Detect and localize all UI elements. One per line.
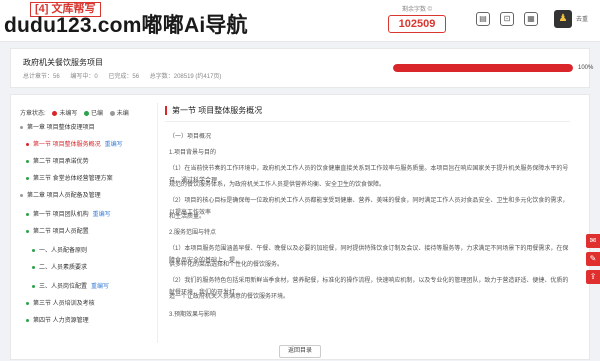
status-dot	[26, 159, 29, 163]
status-dot	[26, 176, 29, 180]
user-name[interactable]: 去重	[576, 14, 588, 23]
doc-icon[interactable]: ▤	[476, 12, 490, 26]
chat-icon[interactable]: ✉	[586, 234, 600, 248]
tree-item-label: 第一章 项目整体皮理项目	[27, 125, 95, 131]
avatar[interactable]: ♟	[554, 10, 572, 28]
counter-value: 102509	[388, 15, 446, 33]
tree-item-label: 二、人员素质要求	[39, 265, 88, 271]
tree-item-label: 第三节 人员培训及考核	[33, 301, 95, 307]
status-dot	[26, 301, 29, 305]
content-area: 第一节 项目整体服务概况 （一）项目概况 1.项目背景与目的 （1）在当前快节奏的工…	[163, 95, 587, 361]
back-to-toc-button[interactable]: 返回目录	[279, 345, 321, 358]
lock-icon[interactable]: ⊡	[500, 12, 514, 26]
content-paragraph: 供多样化的菜品选择和个性化的餐饮服务。	[169, 262, 284, 268]
content-paragraph: 2.服务范围与特点	[169, 230, 217, 236]
main-panel: 方章状态: 未编写 已编 未编 第一章 项目整体皮理项目 第一节 项目整体服务概况…	[10, 94, 590, 360]
counter-label: 剩余字数 ©	[401, 7, 433, 13]
tree-item-label: 第一节 项目整体服务概况	[33, 142, 101, 148]
status-dot	[26, 229, 29, 233]
tree-item-label: 第二章 项目人员配备及管理	[27, 193, 101, 199]
tree-item-label: 三、人员岗位配置	[39, 284, 88, 290]
content-paragraph: 规范的餐饮服务体系，为政府机关工作人员提供营养均衡、安全卫生的饮食保障。	[169, 182, 386, 188]
meta-in-progress: 编写中：0	[70, 74, 98, 80]
tree-item[interactable]: 第三节 人员培训及考核	[26, 300, 95, 308]
tree-item[interactable]: 第一节 项目整体服务概况 重编写	[26, 141, 123, 149]
tree-item-label: 第一节 项目团队机构	[33, 212, 89, 218]
section-divider	[165, 121, 570, 122]
rewrite-link[interactable]: 重编写	[91, 284, 109, 290]
tree-item[interactable]: 三、人员岗位配置 重编写	[32, 283, 109, 291]
rewrite-link[interactable]: 重编写	[105, 142, 123, 148]
tree-item-label: 一、人员配备原则	[39, 248, 88, 254]
project-info-card: 政府机关餐饮服务项目 总计章节：56 编写中：0 已完成：56 总字数：2085…	[10, 48, 594, 88]
tree-item[interactable]: 一、人员配备原则	[32, 247, 87, 255]
project-title: 政府机关餐饮服务项目	[23, 58, 103, 67]
tree-item[interactable]: 第四节 人力资源管理	[26, 317, 89, 325]
grid-icon[interactable]: ▦	[524, 12, 538, 26]
legend-item: 未编	[116, 111, 129, 117]
status-dot	[32, 248, 35, 252]
content-paragraph: 1.项目背景与目的	[169, 150, 217, 156]
word-counter: 剩余字数 © 102509	[388, 6, 446, 36]
meta-word-count: 总字数：208519 (约417页)	[149, 74, 222, 80]
tree-item[interactable]: 二、人员素质要求	[32, 264, 87, 272]
watermark-text: dudu123.com嘟嘟Ai导航	[4, 14, 248, 37]
status-dot	[20, 193, 23, 197]
tree-item[interactable]: 第三节 食堂总体经营管理方案	[26, 175, 113, 183]
status-dot	[26, 212, 29, 216]
status-dot	[20, 125, 23, 129]
tree-item[interactable]: 第一节 项目团队机构 重编写	[26, 211, 111, 219]
panel-divider	[157, 103, 158, 343]
project-meta: 总计章节：56 编写中：0 已完成：56 总字数：208519 (约417页)	[23, 71, 230, 80]
tree-item[interactable]: 第二节 项目承诺优势	[26, 158, 89, 166]
meta-completed: 已完成：56	[108, 74, 140, 80]
tree-item-label: 第三节 食堂总体经营管理方案	[33, 176, 113, 182]
status-dot	[26, 318, 29, 322]
status-dot	[26, 142, 29, 146]
legend-dot-green	[84, 110, 90, 116]
chapter-tree: 方章状态: 未编写 已编 未编 第一章 项目整体皮理项目第一节 项目整体服务概况…	[11, 95, 155, 361]
progress-percent: 100%	[578, 65, 594, 71]
progress-bar	[393, 64, 573, 72]
tree-item[interactable]: 第二节 项目人员配置	[26, 228, 89, 236]
status-dot	[32, 284, 35, 288]
content-paragraph: 和生活质量。	[169, 214, 206, 220]
legend-dot-grey	[109, 110, 115, 116]
legend-dot-red	[52, 110, 58, 116]
content-paragraph: （一）项目概况	[169, 134, 212, 140]
side-toolbar: ✉ ✎ ⇪	[586, 234, 600, 288]
rewrite-link[interactable]: 重编写	[93, 212, 111, 218]
section-title: 第一节 项目整体服务概况	[165, 106, 262, 115]
legend-label: 方章状态:	[20, 111, 46, 117]
tree-item[interactable]: 第一章 项目整体皮理项目	[20, 124, 95, 132]
status-legend: 方章状态: 未编写 已编 未编	[20, 108, 129, 117]
tree-item[interactable]: 第二章 项目人员配备及管理	[20, 192, 101, 200]
status-dot	[32, 265, 35, 269]
edit-icon[interactable]: ✎	[586, 252, 600, 266]
content-paragraph: 3.预期效果与影响	[169, 312, 217, 318]
tree-item-label: 第四节 人力资源管理	[33, 318, 89, 324]
tree-item-label: 第二节 项目承诺优势	[33, 159, 89, 165]
tree-item-label: 第二节 项目人员配置	[33, 229, 89, 235]
upload-icon[interactable]: ⇪	[586, 270, 600, 284]
meta-total-chapters: 总计章节：56	[23, 74, 60, 80]
progress-fill	[393, 64, 573, 72]
top-bar: [4] 文库帮写 dudu123.com嘟嘟Ai导航 剩余字数 © 102509…	[0, 0, 600, 42]
legend-item: 未编写	[59, 111, 78, 117]
content-paragraph: 造一个让政府机关人员满意的餐饮服务环境。	[169, 294, 290, 300]
legend-item: 已编	[91, 111, 104, 117]
